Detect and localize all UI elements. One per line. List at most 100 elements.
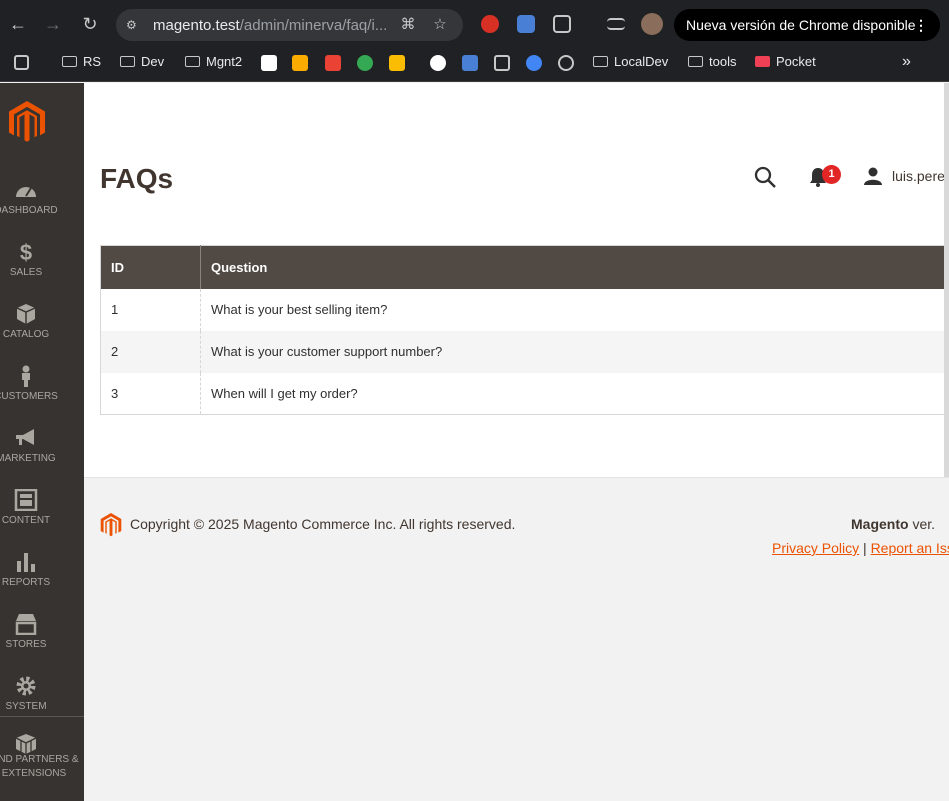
dashboard-icon [16, 187, 36, 197]
bookmark-label: tools [709, 54, 737, 69]
search-icon[interactable] [754, 166, 776, 188]
google-icon[interactable] [430, 55, 446, 71]
bookmark-localdev[interactable]: LocalDev [593, 49, 668, 82]
cubes-icon [15, 734, 37, 754]
sidebar-item-label: Stores [5, 639, 47, 650]
magento-footer-logo-icon [100, 513, 122, 537]
url-path: /admin/minerva/faq/i... [239, 17, 388, 34]
bookmark-label: RS [83, 54, 102, 69]
stop-hand-extension-icon[interactable] [481, 15, 499, 33]
footer-version: Magento ver. [851, 516, 935, 532]
gmail-icon[interactable] [325, 55, 341, 71]
sidebar-item-label: Customers [0, 391, 58, 402]
folder-icon [185, 56, 200, 67]
user-icon[interactable] [864, 167, 882, 185]
reload-icon[interactable]: ↻ [77, 11, 103, 37]
sidebar-item-content[interactable]: Content [0, 479, 84, 541]
table-row[interactable]: 1 What is your best selling item? [100, 288, 949, 331]
site-settings-icon[interactable]: ⚙ [126, 17, 142, 33]
cell-question: What is your customer support number? [200, 330, 949, 373]
sidebar-item-reports[interactable]: Reports [0, 541, 84, 603]
sidebar-item-label: Sales [9, 267, 43, 278]
sidebar-item-system[interactable]: System [0, 665, 84, 727]
folder-icon [62, 56, 77, 67]
sidebar-item-customers[interactable]: Customers [0, 355, 84, 417]
gemini-icon[interactable] [526, 55, 542, 71]
forward-arrow-icon[interactable]: → [40, 11, 66, 37]
bar-chart-icon [17, 553, 35, 572]
svg-text:$: $ [20, 241, 32, 263]
bookmarks-bar: RS Dev Mgnt2 LocalDev tools Pocket » [0, 49, 949, 82]
bookmark-label: Mgnt2 [206, 54, 243, 69]
footer-copyright: Copyright © 2025 Magento Commerce Inc. A… [130, 516, 516, 532]
box-icon [16, 304, 36, 324]
sidebar-item-label: Dashboard [0, 205, 58, 216]
privacy-policy-link[interactable]: Privacy Policy [772, 540, 859, 556]
photos-icon[interactable] [357, 55, 373, 71]
sidebar-item-partners-label: Find Partners & Extensions [0, 754, 79, 779]
page-main: FAQs 1 luis.perez ID Question 1 What is … [84, 83, 949, 478]
bookmark-tools[interactable]: tools [688, 49, 736, 82]
drive-icon[interactable] [389, 55, 405, 71]
footer-link-separator: | [859, 540, 871, 556]
cell-id: 1 [100, 288, 201, 331]
footer-version-text: ver. [908, 516, 936, 532]
sidebar-item-marketing[interactable]: Marketing [0, 417, 84, 479]
extensions-puzzle-icon[interactable] [553, 15, 571, 33]
google-translate-icon[interactable] [517, 15, 535, 33]
address-bar[interactable]: ⚙ magento.test/admin/minerva/faq/i... ⌘ … [116, 9, 463, 41]
more-bookmarks-icon[interactable]: » [902, 49, 911, 82]
scrollbar-edge [944, 83, 949, 478]
bookmark-label: Pocket [776, 54, 816, 69]
sidebar-item-label: Reports [1, 577, 51, 588]
table-row[interactable]: 3 When will I get my order? [100, 372, 949, 415]
sidebar-item-label: Content [1, 515, 51, 526]
content-icon [14, 489, 38, 511]
cell-question: When will I get my order? [200, 372, 949, 415]
magento-logo-icon[interactable] [9, 101, 45, 143]
sidebar-item-label: Catalog [2, 329, 50, 340]
bookmark-label: LocalDev [614, 54, 669, 69]
translate-icon[interactable]: ⌘ [398, 15, 418, 35]
user-account-name[interactable]: luis.perez [892, 168, 949, 184]
chatgpt-icon[interactable] [558, 55, 574, 71]
star-icon[interactable]: ☆ [430, 15, 450, 35]
keep-icon[interactable] [292, 55, 308, 71]
page-title: FAQs [100, 163, 174, 194]
sidebar-item-label: System [5, 701, 47, 712]
kebab-menu-icon[interactable]: ⋮ [914, 9, 928, 41]
back-arrow-icon[interactable]: ← [5, 11, 31, 37]
chrome-update-label: Nueva versión de Chrome disponible [686, 17, 916, 33]
bookmark-mgnt2[interactable]: Mgnt2 [185, 49, 242, 82]
tool-bookmark-icon[interactable] [494, 55, 510, 71]
sidebar-divider [0, 716, 84, 717]
media-control-icon[interactable] [607, 18, 625, 30]
bookmark-dev[interactable]: Dev [120, 49, 164, 82]
bookmark-label: Dev [141, 54, 165, 69]
folder-icon [120, 56, 135, 67]
profile-avatar[interactable] [641, 13, 663, 35]
apps-grid-icon[interactable] [14, 55, 29, 70]
sidebar-item-catalog[interactable]: Catalog [0, 293, 84, 355]
column-header-question[interactable]: Question [200, 245, 949, 289]
report-issue-link[interactable]: Report an Issue [871, 540, 949, 556]
footer-links: Privacy Policy | Report an Issue [772, 540, 949, 556]
sidebar-item-label: Marketing [0, 453, 56, 464]
table-row[interactable]: 2 What is your customer support number? [100, 330, 949, 373]
url-text[interactable]: magento.test/admin/minerva/faq/i... [153, 17, 393, 34]
translate-bookmark-icon[interactable] [462, 55, 478, 71]
cell-id: 3 [100, 372, 201, 415]
sidebar-item-dashboard[interactable]: Dashboard [0, 169, 84, 231]
sidebar-item-sales[interactable]: $ Sales [0, 231, 84, 293]
grid-header-row: ID Question [100, 245, 949, 289]
cell-id: 2 [100, 330, 201, 373]
chrome-update-button[interactable]: Nueva versión de Chrome disponible ⋮ [674, 9, 940, 41]
footer-divider [84, 477, 949, 478]
sidebar-item-stores[interactable]: Stores [0, 603, 84, 665]
bookmark-rs[interactable]: RS [62, 49, 101, 82]
footer-brand: Magento [851, 516, 909, 532]
column-header-id[interactable]: ID [100, 245, 201, 289]
notification-count-badge[interactable]: 1 [822, 165, 841, 184]
bookmark-pocket[interactable]: Pocket [755, 49, 816, 82]
notion-icon[interactable] [261, 55, 277, 71]
